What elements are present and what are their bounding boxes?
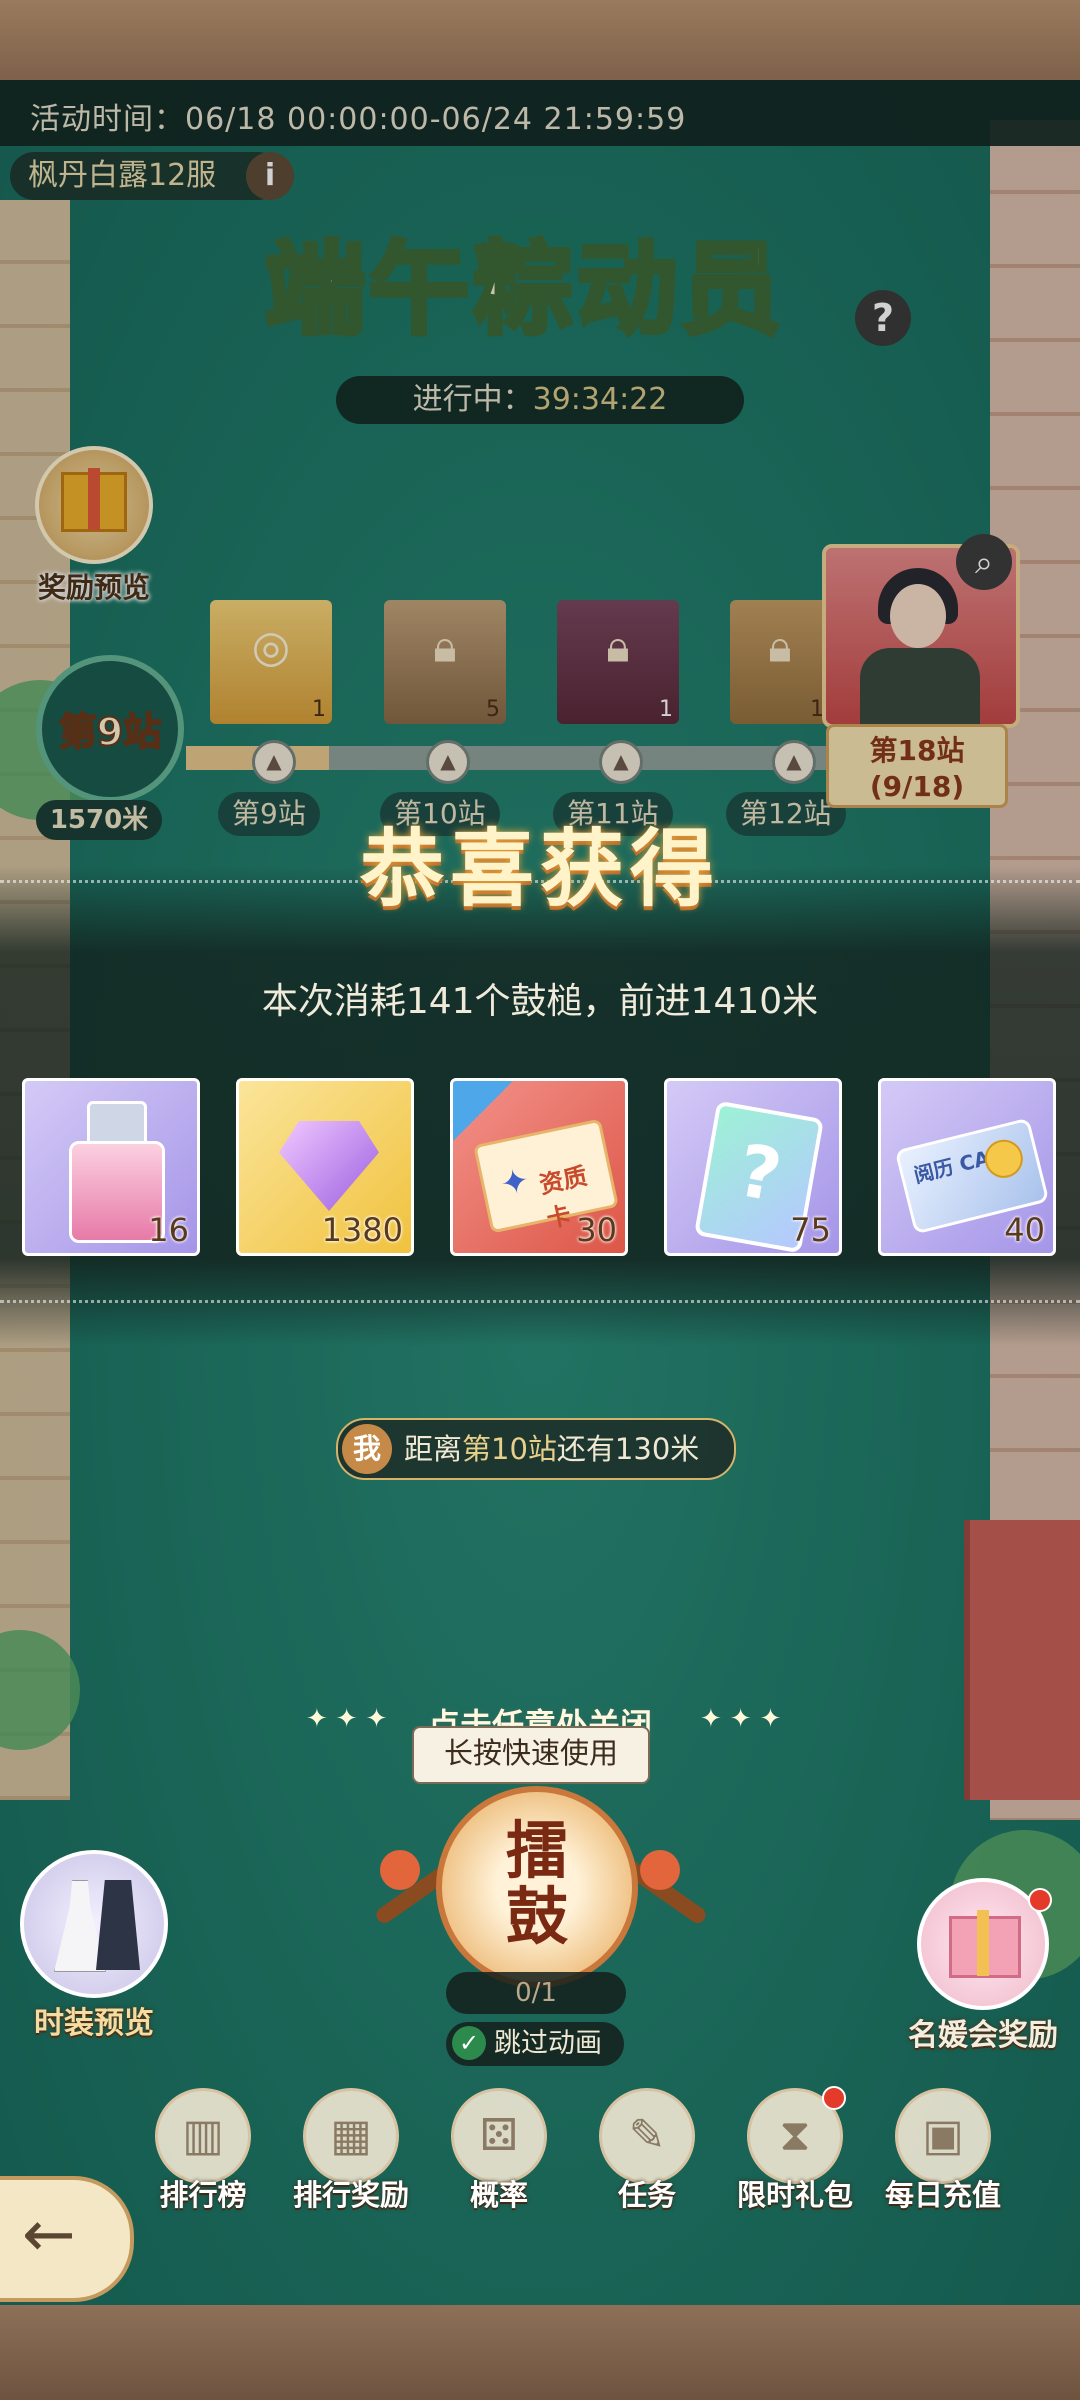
puzzle-icon [453, 1081, 513, 1141]
dress-icon [20, 1850, 168, 1998]
distance-suffix: 还有130米 [556, 1432, 700, 1466]
item-qty: 75 [790, 1211, 831, 1249]
talent-card-item[interactable]: ✦ 资质卡 30 [450, 1078, 628, 1256]
nav-label: 排行奖励 [292, 2178, 409, 2212]
suit-shape [96, 1880, 140, 1970]
gift-ribbon-shape [977, 1910, 989, 1976]
ranking-glyph: ▥ [182, 2110, 224, 2161]
my-distance-text: 距离第10站还有130米 [404, 1420, 699, 1478]
lady-reward-label: 名媛会奖励 [908, 2018, 1058, 2053]
treasure-chest-glyph: ▣ [922, 2110, 964, 2161]
mystery-card-item[interactable]: ? 75 [664, 1078, 842, 1256]
nav-label: 任务 [617, 2178, 676, 2212]
mallet-count: 0/1 [446, 1972, 626, 2014]
nav-ranking[interactable]: ▥ 排行榜 [138, 2088, 268, 2214]
nav-label: 每日充值 [884, 2178, 1001, 2212]
back-arrow-icon: ← [22, 2198, 76, 2272]
ranking-icon: ▥ [155, 2088, 251, 2184]
notification-dot [822, 2086, 846, 2110]
item-qty: 1380 [321, 1211, 403, 1249]
nav-daily-recharge[interactable]: ▣ 每日充值 [878, 2088, 1008, 2214]
item-qty: 40 [1004, 1211, 1045, 1249]
me-badge: 我 [342, 1424, 392, 1474]
drum-label-bottom: 鼓 [505, 1880, 568, 1953]
mallet-left-head [380, 1850, 420, 1890]
drum-label-top: 擂 [505, 1814, 568, 1887]
task-glyph: ✎ [628, 2110, 666, 2161]
nav-probability[interactable]: ⚄ 概率 [434, 2088, 564, 2214]
dice-icon: ⚄ [451, 2088, 547, 2184]
diamond-icon [279, 1121, 379, 1211]
back-button[interactable]: ← [0, 2176, 134, 2302]
bottom-frame [0, 2305, 1080, 2400]
distance-prefix: 距离 [404, 1432, 463, 1466]
top-frame [0, 0, 1080, 80]
popup-subtitle: 本次消耗141个鼓槌，前进1410米 [261, 981, 819, 1022]
drum-button[interactable]: 擂 鼓 [436, 1786, 638, 1988]
star-icon: ✦ [496, 1160, 534, 1206]
notification-dot [1028, 1888, 1052, 1912]
nav-label: 限时礼包 [736, 2178, 853, 2212]
item-qty: 16 [148, 1211, 189, 1249]
mallet-right-head [640, 1850, 680, 1890]
nav-label: 排行榜 [159, 2178, 247, 2212]
treasure-chest-icon: ▣ [895, 2088, 991, 2184]
nav-tasks[interactable]: ✎ 任务 [582, 2088, 712, 2214]
task-icon: ✎ [599, 2088, 695, 2184]
item-qty: 30 [576, 1211, 617, 1249]
skip-animation-label: 跳过动画 [494, 2028, 602, 2059]
fashion-preview-button[interactable]: 时装预览 [14, 1850, 174, 2042]
experience-card-item[interactable]: 阅历 CARD 40 [878, 1078, 1056, 1256]
skip-animation-toggle[interactable]: ✓ 跳过动画 [446, 2022, 624, 2066]
nav-ranking-rewards[interactable]: ▦ 排行奖励 [286, 2088, 416, 2214]
sparkle-icon: ✦✦✦ [700, 1704, 790, 1734]
ranking-reward-glyph: ▦ [330, 2110, 372, 2161]
dice-glyph: ⚄ [479, 2110, 519, 2161]
next-station: 第10站 [462, 1432, 557, 1466]
ranking-reward-icon: ▦ [303, 2088, 399, 2184]
long-press-tooltip: 长按快速使用 [412, 1726, 650, 1784]
dotted-divider [0, 1300, 1080, 1303]
drum-label: 擂 鼓 [442, 1818, 632, 1950]
fashion-preview-label: 时装预览 [34, 2006, 154, 2041]
my-distance-status: 我 距离第10站还有130米 [336, 1418, 736, 1480]
nav-label: 概率 [469, 2178, 528, 2212]
check-icon: ✓ [452, 2026, 486, 2060]
popup-title: 恭喜获得 [359, 820, 720, 918]
perfume-item[interactable]: 16 [22, 1078, 200, 1256]
diamond-item[interactable]: 1380 [236, 1078, 414, 1256]
